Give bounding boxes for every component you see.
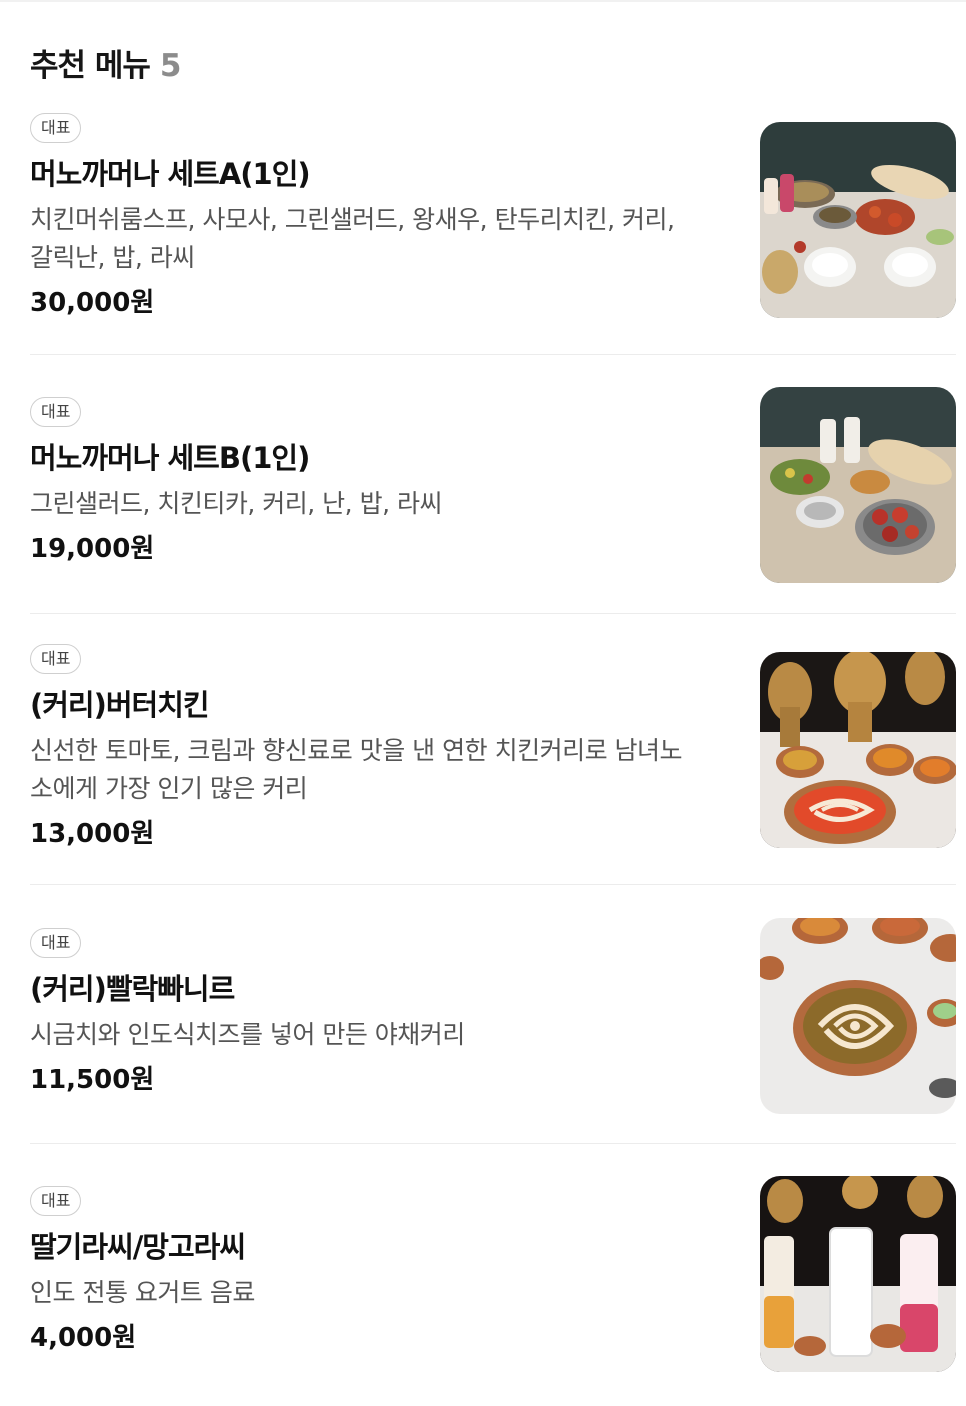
section-header: 추천 메뉴 5	[30, 40, 181, 85]
menu-item-name: 머노까머나 세트B(1인)	[30, 441, 310, 475]
menu-item-description: 시금치와 인도식치즈를 넣어 만든 야채커리	[30, 1016, 730, 1054]
menu-item-photo[interactable]	[760, 387, 956, 583]
description-line: 신선한 토마토, 크림과 향신료로 맛을 낸 연한 치킨커리로 남녀노	[30, 736, 683, 765]
menu-item-info: 대표 머노까머나 세트A(1인) 치킨머쉬룸스프, 사모사, 그린샐러드, 왕새…	[30, 113, 730, 321]
menu-item-description: 그린샐러드, 치킨티카, 커리, 난, 밥, 라씨	[30, 485, 730, 523]
menu-item-info: 대표 딸기라씨/망고라씨 인도 전통 요거트 음료 4,000원	[30, 1186, 730, 1356]
description-line: 시금치와 인도식치즈를 넣어 만든 야채커리	[30, 1020, 465, 1049]
menu-item-info: 대표 (커리)빨락빠니르 시금치와 인도식치즈를 넣어 만든 야채커리 11,5…	[30, 928, 730, 1098]
menu-item-price: 4,000원	[30, 1323, 137, 1353]
recommended-menu-page: 추천 메뉴 5 대표 머노까머나 세트A(1인) 치킨머쉬룸스프, 사모사, 그…	[0, 0, 966, 1406]
signature-badge: 대표	[30, 644, 82, 674]
menu-count: 5	[159, 48, 182, 84]
description-line: 그린샐러드, 치킨티카, 커리, 난, 밥, 라씨	[30, 489, 442, 518]
menu-item-price: 30,000원	[30, 288, 155, 318]
menu-item-photo[interactable]	[760, 652, 956, 848]
item-divider	[30, 354, 956, 355]
item-divider	[30, 613, 956, 614]
menu-item-description: 신선한 토마토, 크림과 향신료로 맛을 낸 연한 치킨커리로 남녀노 소에게 …	[30, 732, 730, 808]
menu-item-name: (커리)빨락빠니르	[30, 972, 235, 1006]
menu-item-info: 대표 (커리)버터치킨 신선한 토마토, 크림과 향신료로 맛을 낸 연한 치킨…	[30, 644, 730, 852]
signature-badge: 대표	[30, 1186, 82, 1216]
menu-item-name: 머노까머나 세트A(1인)	[30, 157, 311, 191]
signature-badge: 대표	[30, 113, 82, 143]
menu-item-photo[interactable]	[760, 122, 956, 318]
menu-item-name: (커리)버터치킨	[30, 688, 210, 722]
menu-item-photo[interactable]	[760, 1176, 956, 1372]
menu-item-info: 대표 머노까머나 세트B(1인) 그린샐러드, 치킨티카, 커리, 난, 밥, …	[30, 397, 730, 567]
item-divider	[30, 884, 956, 885]
menu-item-price: 13,000원	[30, 819, 155, 849]
top-divider	[0, 0, 966, 2]
description-line: 인도 전통 요거트 음료	[30, 1278, 255, 1307]
menu-item-price: 19,000원	[30, 534, 155, 564]
menu-item-description: 치킨머쉬룸스프, 사모사, 그린샐러드, 왕새우, 탄두리치킨, 커리, 갈릭난…	[30, 201, 730, 277]
menu-item-photo[interactable]	[760, 918, 956, 1114]
signature-badge: 대표	[30, 397, 82, 427]
description-line: 소에게 가장 인기 많은 커리	[30, 774, 308, 803]
description-line: 갈릭난, 밥, 라씨	[30, 243, 195, 272]
menu-item-price: 11,500원	[30, 1065, 155, 1095]
menu-item-description: 인도 전통 요거트 음료	[30, 1274, 730, 1312]
item-divider	[30, 1143, 956, 1144]
section-title: 추천 메뉴	[30, 48, 151, 84]
description-line: 치킨머쉬룸스프, 사모사, 그린샐러드, 왕새우, 탄두리치킨, 커리,	[30, 205, 675, 234]
menu-item-name: 딸기라씨/망고라씨	[30, 1230, 246, 1264]
signature-badge: 대표	[30, 928, 82, 958]
